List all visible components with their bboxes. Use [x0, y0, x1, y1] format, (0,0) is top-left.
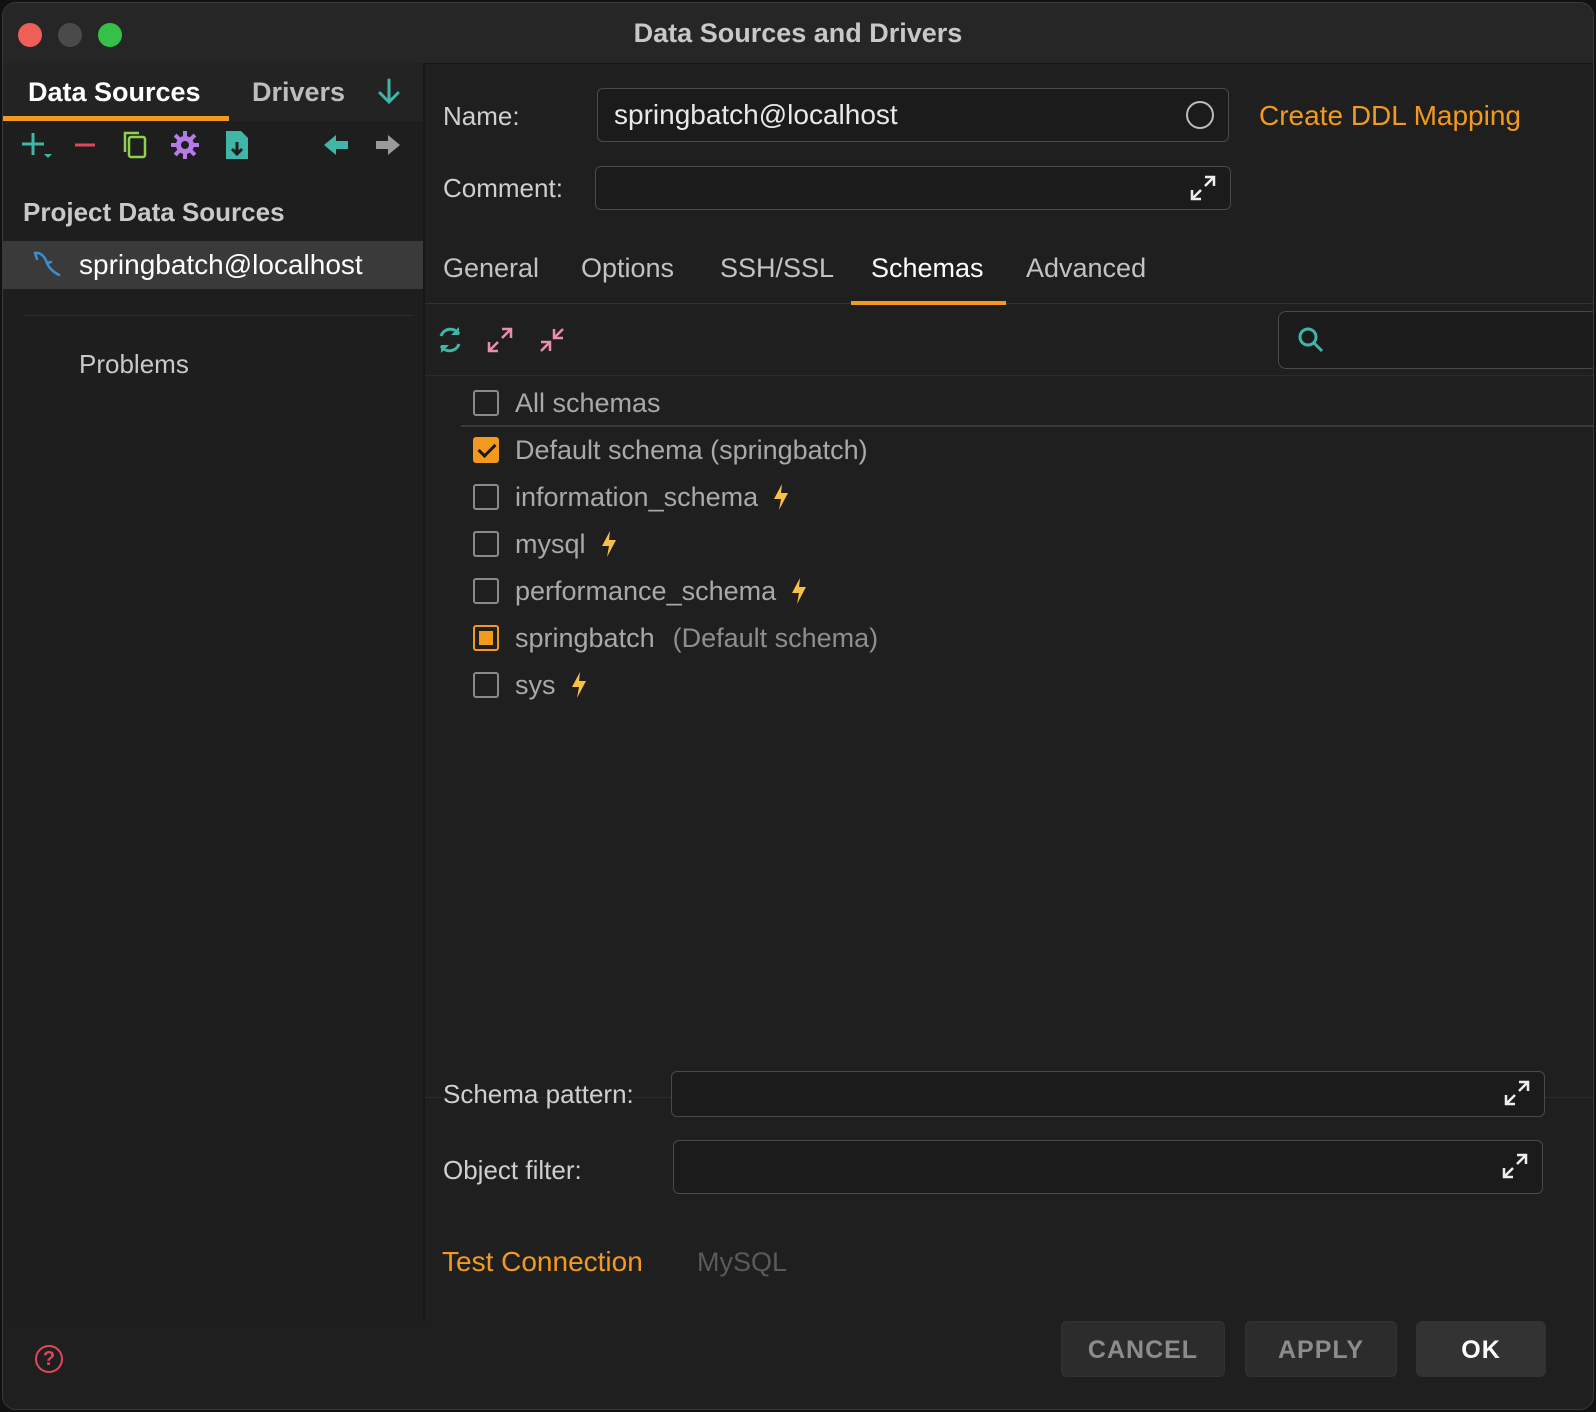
checkbox[interactable]: [473, 578, 499, 604]
schema-sublabel: (Default schema): [672, 622, 879, 653]
tab-schemas[interactable]: Schemas: [851, 253, 1006, 305]
color-circle-icon[interactable]: [1186, 101, 1214, 129]
name-value: springbatch@localhost: [614, 99, 898, 130]
expand-icon[interactable]: [1502, 1078, 1532, 1108]
tab-data-sources[interactable]: Data Sources: [3, 63, 229, 121]
schema-label: mysql: [515, 528, 586, 559]
checkbox[interactable]: [473, 531, 499, 557]
collapse-all-icon[interactable]: [535, 323, 569, 357]
schema-row-mysql[interactable]: mysql: [473, 522, 618, 566]
remove-icon[interactable]: [65, 125, 105, 165]
help-icon[interactable]: ?: [35, 1345, 63, 1373]
mysql-dolphin-icon: [31, 249, 63, 284]
left-toolbar: [15, 125, 415, 169]
schema-row-information-schema[interactable]: information_schema: [473, 475, 790, 519]
right-panel: Name: springbatch@localhost Create DDL M…: [425, 63, 1593, 1321]
add-icon[interactable]: [15, 125, 55, 165]
name-field[interactable]: springbatch@localhost: [597, 88, 1229, 142]
dialog-footer: ? CANCEL APPLY OK: [3, 1321, 1593, 1409]
schemas-toolbar: [425, 305, 1593, 376]
name-label: Name:: [443, 101, 520, 131]
tab-general[interactable]: General: [443, 253, 539, 303]
schema-search[interactable]: [1278, 311, 1593, 369]
expand-all-icon[interactable]: [483, 323, 517, 357]
checkbox[interactable]: [473, 625, 499, 651]
expand-icon[interactable]: [1500, 1151, 1530, 1181]
bolt-icon: [600, 530, 618, 558]
title-bar: Data Sources and Drivers: [3, 3, 1593, 64]
schema-row-sys[interactable]: sys: [473, 663, 588, 707]
apply-button[interactable]: APPLY: [1245, 1321, 1397, 1377]
bolt-icon: [570, 671, 588, 699]
left-panel: Data Sources Drivers Project Data Source…: [3, 63, 425, 1321]
schema-search-input[interactable]: [1337, 320, 1581, 360]
list-divider: [461, 425, 1593, 427]
tab-options[interactable]: Options: [581, 253, 674, 303]
object-filter-field[interactable]: [673, 1140, 1543, 1194]
expand-icon[interactable]: [1188, 173, 1218, 203]
bolt-icon: [772, 483, 790, 511]
comment-field[interactable]: [595, 166, 1231, 210]
left-tabs: Data Sources Drivers: [3, 63, 423, 121]
schema-pattern-label: Schema pattern:: [443, 1079, 634, 1109]
test-connection-link[interactable]: Test Connection: [442, 1246, 643, 1278]
schema-row-performance-schema[interactable]: performance_schema: [473, 569, 808, 613]
import-icon[interactable]: [217, 125, 257, 165]
forward-icon[interactable]: [367, 125, 407, 165]
checkbox[interactable]: [473, 390, 499, 416]
schema-row-all[interactable]: All schemas: [473, 381, 661, 425]
schema-label: performance_schema: [515, 575, 777, 606]
tab-drivers[interactable]: Drivers: [252, 63, 345, 121]
schema-label: springbatch: [515, 622, 655, 653]
comment-label: Comment:: [443, 173, 563, 203]
data-source-item-springbatch[interactable]: springbatch@localhost: [3, 241, 423, 289]
checkbox[interactable]: [473, 484, 499, 510]
problems-item[interactable]: Problems: [79, 349, 189, 380]
back-icon[interactable]: [317, 125, 357, 165]
create-ddl-mapping-link[interactable]: Create DDL Mapping: [1259, 100, 1521, 132]
bolt-icon: [790, 577, 808, 605]
schema-label: Default schema (springbatch): [515, 434, 868, 465]
data-source-label: springbatch@localhost: [79, 249, 363, 280]
project-data-sources-heading: Project Data Sources: [23, 197, 285, 227]
schema-pattern-field[interactable]: [671, 1071, 1545, 1117]
schema-label: information_schema: [515, 481, 759, 512]
download-icon[interactable]: [369, 72, 409, 112]
object-filter-label: Object filter:: [443, 1155, 582, 1185]
cancel-button[interactable]: CANCEL: [1061, 1321, 1225, 1377]
schema-label: sys: [515, 669, 556, 700]
schema-label: All schemas: [515, 387, 661, 418]
copy-icon[interactable]: [115, 125, 155, 165]
tab-ssh-ssl[interactable]: SSH/SSL: [720, 253, 834, 303]
checkbox[interactable]: [473, 437, 499, 463]
connection-tabs: General Options SSH/SSL Schemas Advanced: [425, 253, 1593, 305]
data-sources-dialog: Data Sources and Drivers Data Sources Dr…: [2, 2, 1594, 1410]
left-divider: [23, 315, 413, 316]
search-icon: [1297, 326, 1325, 359]
schema-row-springbatch[interactable]: springbatch (Default schema): [473, 616, 878, 660]
window-title: Data Sources and Drivers: [633, 18, 963, 48]
tab-advanced[interactable]: Advanced: [1026, 253, 1146, 303]
schema-list: All schemas Default schema (springbatch)…: [425, 377, 1593, 1097]
settings-icon[interactable]: [165, 125, 205, 165]
checkbox[interactable]: [473, 672, 499, 698]
ok-button[interactable]: OK: [1416, 1321, 1546, 1377]
schema-row-default[interactable]: Default schema (springbatch): [473, 428, 868, 472]
driver-label: MySQL: [697, 1247, 788, 1277]
refresh-icon[interactable]: [433, 323, 467, 357]
